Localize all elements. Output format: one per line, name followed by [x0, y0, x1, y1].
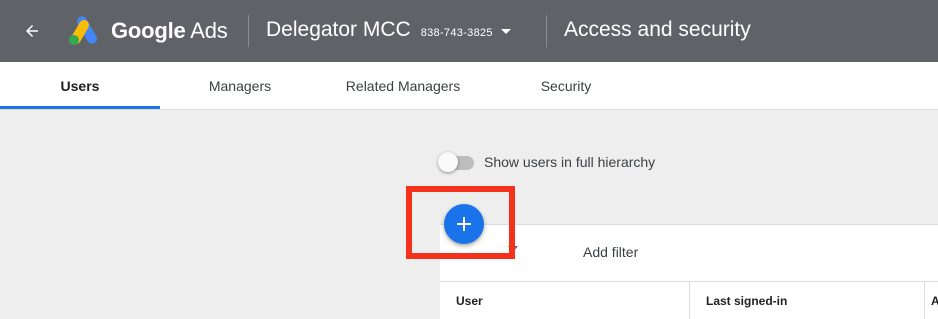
- column-header-last-signed-in[interactable]: Last signed-in: [690, 282, 924, 319]
- tab-security[interactable]: Security: [486, 62, 646, 109]
- filter-dropdown-icon[interactable]: [508, 246, 518, 252]
- filter-bar: Add filter: [440, 225, 938, 282]
- account-id: 838-743-3825: [420, 27, 493, 39]
- google-ads-logo: [66, 16, 102, 46]
- back-arrow-icon[interactable]: [18, 17, 46, 45]
- divider: [248, 15, 249, 47]
- brand-name: Google: [111, 18, 186, 43]
- brand-wordmark: Google Ads: [111, 17, 228, 45]
- tab-related-managers[interactable]: Related Managers: [320, 62, 486, 109]
- chevron-down-icon: [500, 28, 511, 34]
- divider: [546, 15, 547, 47]
- top-app-bar: Google Ads Delegator MCC 838-743-3825 Ac…: [0, 0, 938, 62]
- add-filter-button[interactable]: Add filter: [583, 244, 638, 260]
- toggle-switch[interactable]: [438, 152, 474, 172]
- brand-product: Ads: [190, 18, 228, 43]
- users-table-panel: Add filter User Last signed-in A: [440, 224, 938, 319]
- active-tab-indicator: [0, 106, 160, 109]
- tab-bar: Users Managers Related Managers Security: [0, 62, 938, 110]
- page-title: Access and security: [564, 18, 751, 41]
- tab-users[interactable]: Users: [0, 62, 160, 109]
- account-selector[interactable]: Delegator MCC 838-743-3825: [266, 16, 511, 46]
- add-user-button[interactable]: [444, 204, 484, 244]
- toggle-label: Show users in full hierarchy: [484, 154, 656, 170]
- tab-managers[interactable]: Managers: [160, 62, 320, 109]
- plus-icon: [457, 217, 471, 231]
- column-header-access[interactable]: A: [925, 282, 938, 319]
- toggle-thumb: [438, 152, 458, 172]
- hierarchy-toggle[interactable]: Show users in full hierarchy: [438, 150, 655, 174]
- account-name: Delegator MCC: [266, 18, 411, 41]
- column-header-user[interactable]: User: [440, 282, 689, 319]
